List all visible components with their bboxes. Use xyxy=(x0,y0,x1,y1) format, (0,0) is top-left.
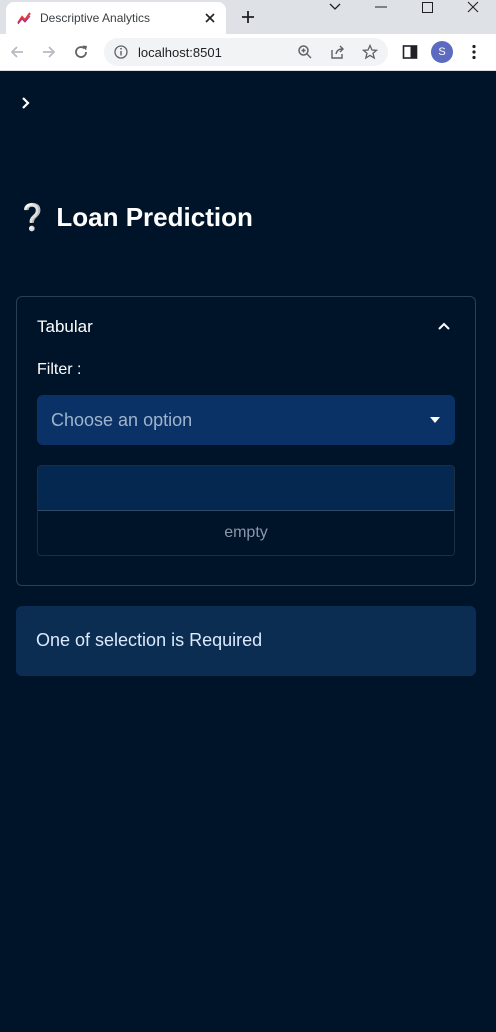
maximize-icon[interactable] xyxy=(404,0,450,14)
share-icon[interactable] xyxy=(330,44,346,60)
back-arrow-icon[interactable] xyxy=(8,43,26,61)
browser-tab[interactable]: Descriptive Analytics xyxy=(6,2,226,34)
question-mark-icon: ❔ xyxy=(16,202,49,232)
expander-label[interactable]: Tabular xyxy=(37,317,93,337)
close-tab-icon[interactable] xyxy=(202,10,218,26)
app-main: ❔ Loan Prediction Tabular Filter : Choos… xyxy=(0,72,496,1032)
new-tab-icon[interactable] xyxy=(240,9,256,25)
browser-toolbar: localhost:8501 S xyxy=(0,34,496,71)
more-menu-icon[interactable] xyxy=(465,43,483,61)
url-text: localhost:8501 xyxy=(138,45,222,60)
zoom-icon[interactable] xyxy=(297,44,313,60)
filter-select[interactable]: Choose an option xyxy=(37,395,455,445)
bookmark-star-icon[interactable] xyxy=(362,44,378,60)
side-panel-icon[interactable] xyxy=(401,43,419,61)
table-empty-text: empty xyxy=(224,524,268,541)
alert-message: One of selection is Required xyxy=(36,630,263,650)
filter-label: Filter : xyxy=(37,361,82,378)
tabular-expander: Tabular Filter : Choose an option empty xyxy=(16,296,476,586)
expand-sidebar-chevron-icon[interactable] xyxy=(18,94,34,112)
table-header xyxy=(38,466,454,511)
browser-tabstrip: Descriptive Analytics xyxy=(0,0,496,34)
profile-avatar[interactable]: S xyxy=(431,41,453,63)
tab-title: Descriptive Analytics xyxy=(40,11,151,25)
data-table[interactable]: empty xyxy=(37,465,455,556)
site-info-icon[interactable] xyxy=(114,45,128,59)
tab-search-icon[interactable] xyxy=(312,0,358,14)
page-title: ❔ Loan Prediction xyxy=(16,202,253,233)
reload-icon[interactable] xyxy=(72,43,90,61)
info-alert: One of selection is Required xyxy=(16,606,476,676)
caret-down-icon[interactable] xyxy=(429,415,441,425)
chart-favicon-icon xyxy=(17,12,31,25)
select-placeholder: Choose an option xyxy=(51,410,193,430)
chevron-up-icon[interactable] xyxy=(437,319,451,333)
page-title-text: Loan Prediction xyxy=(56,202,253,232)
forward-arrow-icon[interactable] xyxy=(40,43,58,61)
window-close-icon[interactable] xyxy=(450,0,496,14)
address-bar[interactable]: localhost:8501 xyxy=(104,38,388,66)
minimize-icon[interactable] xyxy=(358,0,404,14)
